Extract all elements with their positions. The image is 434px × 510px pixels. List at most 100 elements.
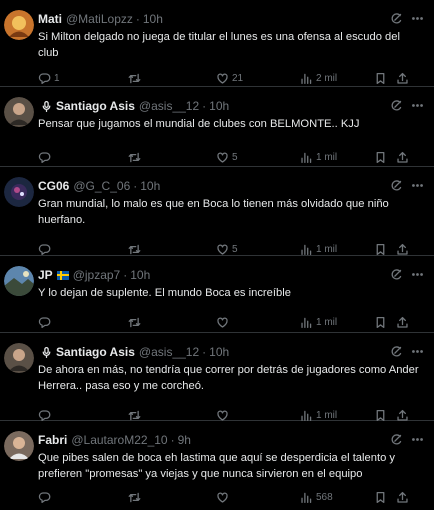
reply-count: 1 — [54, 72, 60, 84]
retweet-button[interactable] — [128, 316, 216, 329]
share-icon — [397, 243, 408, 255]
share-button[interactable] — [396, 491, 410, 504]
tweet[interactable]: JP @jpzap7 · 10h Y lo dejan de suplente.… — [0, 256, 434, 333]
grok-icon[interactable] — [390, 268, 403, 281]
reply-button[interactable] — [38, 409, 128, 422]
reply-button[interactable] — [38, 316, 128, 329]
grok-icon[interactable] — [390, 99, 403, 112]
reply-button[interactable]: 1 — [38, 72, 128, 85]
retweet-icon — [128, 410, 141, 420]
author-handle[interactable]: @G_C_06 — [73, 179, 130, 193]
avatar[interactable] — [4, 431, 34, 461]
avatar[interactable] — [4, 343, 34, 373]
bookmark-button[interactable] — [374, 243, 396, 256]
author-handle[interactable]: @asis__12 — [139, 99, 199, 113]
more-icon[interactable] — [411, 345, 424, 358]
view-count: 2 mil — [316, 72, 338, 84]
author-name[interactable]: Santiago Asis — [56, 345, 135, 359]
views-button[interactable]: 1 mil — [300, 409, 374, 422]
share-button[interactable] — [396, 316, 410, 329]
reply-button[interactable] — [38, 491, 128, 504]
retweet-button[interactable] — [128, 409, 216, 422]
bookmark-icon — [376, 316, 385, 328]
views-button[interactable]: 1 mil — [300, 316, 374, 329]
timestamp[interactable]: 10h — [140, 179, 160, 193]
author-name[interactable]: Santiago Asis — [56, 99, 135, 113]
share-button[interactable] — [396, 409, 410, 422]
like-icon — [217, 317, 228, 328]
share-button[interactable] — [396, 72, 410, 85]
more-icon[interactable] — [411, 268, 424, 281]
timestamp[interactable]: 10h — [143, 12, 163, 26]
author-handle[interactable]: @asis__12 — [139, 345, 199, 359]
reply-icon — [38, 491, 51, 503]
tweet[interactable]: Santiago Asis @asis__12 · 10h Pensar que… — [0, 87, 434, 167]
like-button[interactable] — [216, 409, 300, 422]
views-button[interactable]: 2 mil — [300, 72, 374, 85]
bookmark-button[interactable] — [374, 491, 396, 504]
avatar[interactable] — [4, 266, 34, 296]
retweet-button[interactable] — [128, 72, 216, 85]
like-button[interactable]: 5 — [216, 151, 300, 164]
timeline-feed: Mati @MatiLopzz · 10h Si Milton delgado … — [0, 0, 434, 509]
share-button[interactable] — [396, 243, 410, 256]
author-handle[interactable]: @jpzap7 — [73, 268, 121, 282]
avatar[interactable] — [4, 177, 34, 207]
view-count: 1 mil — [316, 243, 338, 255]
grok-icon[interactable] — [390, 179, 403, 192]
views-button[interactable]: 1 mil — [300, 243, 374, 256]
like-icon — [217, 410, 228, 421]
avatar[interactable] — [4, 10, 34, 40]
bookmark-button[interactable] — [374, 409, 396, 422]
retweet-icon — [128, 317, 141, 327]
retweet-icon — [128, 492, 141, 502]
share-button[interactable] — [396, 151, 410, 164]
reply-icon — [38, 72, 51, 84]
share-icon — [397, 409, 408, 421]
author-handle[interactable]: @LautaroM22_10 — [71, 433, 167, 447]
views-button[interactable]: 1 mil — [300, 151, 374, 164]
retweet-button[interactable] — [128, 243, 216, 256]
retweet-button[interactable] — [128, 151, 216, 164]
views-icon — [301, 410, 312, 421]
more-icon[interactable] — [411, 99, 424, 112]
retweet-button[interactable] — [128, 491, 216, 504]
like-count: 5 — [232, 151, 238, 163]
author-name[interactable]: JP — [38, 268, 53, 282]
tweet[interactable]: Fabri @LautaroM22_10 · 9h Que pibes sale… — [0, 421, 434, 509]
more-icon[interactable] — [411, 12, 424, 25]
bookmark-button[interactable] — [374, 316, 396, 329]
bookmark-button[interactable] — [374, 72, 396, 85]
grok-icon[interactable] — [390, 345, 403, 358]
bookmark-icon — [376, 409, 385, 421]
grok-icon[interactable] — [390, 12, 403, 25]
like-button[interactable]: 5 — [216, 243, 300, 256]
share-icon — [397, 72, 408, 84]
author-handle[interactable]: @MatiLopzz — [66, 12, 133, 26]
tweet[interactable]: CG06 @G_C_06 · 10h Gran mundial, lo malo… — [0, 167, 434, 256]
like-button[interactable] — [216, 491, 300, 504]
views-button[interactable]: 568 — [300, 491, 374, 504]
bookmark-button[interactable] — [374, 151, 396, 164]
views-icon — [301, 244, 312, 255]
author-name[interactable]: Mati — [38, 12, 62, 26]
timestamp[interactable]: 10h — [209, 99, 229, 113]
grok-icon[interactable] — [390, 433, 403, 446]
bookmark-icon — [376, 491, 385, 503]
tweet[interactable]: Santiago Asis @asis__12 · 10h De ahora e… — [0, 333, 434, 421]
reply-button[interactable] — [38, 243, 128, 256]
timestamp[interactable]: 10h — [130, 268, 150, 282]
timestamp[interactable]: 10h — [209, 345, 229, 359]
more-icon[interactable] — [411, 433, 424, 446]
author-name[interactable]: CG06 — [38, 179, 69, 193]
like-button[interactable] — [216, 316, 300, 329]
more-icon[interactable] — [411, 179, 424, 192]
author-name[interactable]: Fabri — [38, 433, 67, 447]
reply-button[interactable] — [38, 151, 128, 164]
retweet-icon — [128, 152, 141, 162]
avatar[interactable] — [4, 97, 34, 127]
timestamp[interactable]: 9h — [178, 433, 191, 447]
tweet[interactable]: Mati @MatiLopzz · 10h Si Milton delgado … — [0, 0, 434, 87]
views-icon — [301, 152, 312, 163]
like-button[interactable]: 21 — [216, 72, 300, 85]
